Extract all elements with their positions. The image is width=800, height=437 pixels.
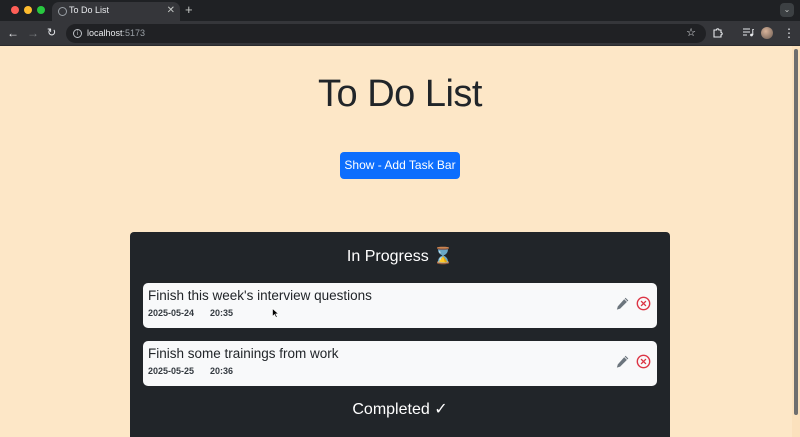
task-date: 2025-05-24 [148,308,195,318]
task-card: Finish some trainings from work 2025-05-… [143,341,657,386]
back-arrow-icon[interactable]: ← [7,25,19,41]
profile-avatar[interactable] [761,27,773,39]
pencil-icon[interactable] [615,296,630,311]
task-time: 20:35 [210,308,234,318]
mouse-cursor-icon [272,308,279,318]
extensions-puzzle-icon[interactable] [712,26,724,42]
page-scrollbar[interactable] [792,46,800,437]
browser-tab[interactable]: To Do List ✕ [52,2,180,21]
show-add-task-bar-button[interactable]: Show - Add Task Bar [340,152,460,179]
browser-tab-strip: To Do List ✕ + ⌄ [0,0,800,21]
tab-search-chevron-icon[interactable]: ⌄ [780,3,794,17]
url-text: localhost:5173 [87,28,146,38]
site-info-icon[interactable]: i [73,29,82,38]
completed-heading: Completed ✓ [352,401,448,418]
page-title: To Do List [318,73,482,115]
tab-title: To Do List [69,5,110,15]
close-tab-icon[interactable]: ✕ [167,4,175,18]
delete-x-circle-icon[interactable] [636,296,651,311]
globe-icon [58,7,67,16]
new-tab-button[interactable]: + [185,2,193,17]
task-name: Finish some trainings from work [148,346,339,361]
browser-toolbar: ← → ↻ i localhost:5173 ☆ ⋮ [0,21,800,46]
delete-x-circle-icon[interactable] [636,354,651,369]
task-date: 2025-05-25 [148,366,195,376]
reload-icon[interactable]: ↻ [47,25,56,41]
bookmark-star-icon[interactable]: ☆ [686,26,696,40]
task-time: 20:36 [210,366,234,376]
minimize-window-button[interactable] [24,6,32,14]
close-window-button[interactable] [11,6,19,14]
forward-arrow-icon[interactable]: → [27,25,39,41]
tasks-panel: In Progress ⌛ Finish this week's intervi… [130,232,670,437]
task-card: Finish this week's interview questions 2… [143,283,657,328]
more-menu-icon[interactable]: ⋮ [783,26,795,40]
address-bar[interactable]: i localhost:5173 ☆ [66,24,706,43]
scrollbar-thumb[interactable] [794,49,798,415]
task-name: Finish this week's interview questions [148,288,372,303]
maximize-window-button[interactable] [37,6,45,14]
media-controls-icon[interactable] [742,26,754,42]
pencil-icon[interactable] [615,354,630,369]
in-progress-heading: In Progress ⌛ [346,248,454,265]
